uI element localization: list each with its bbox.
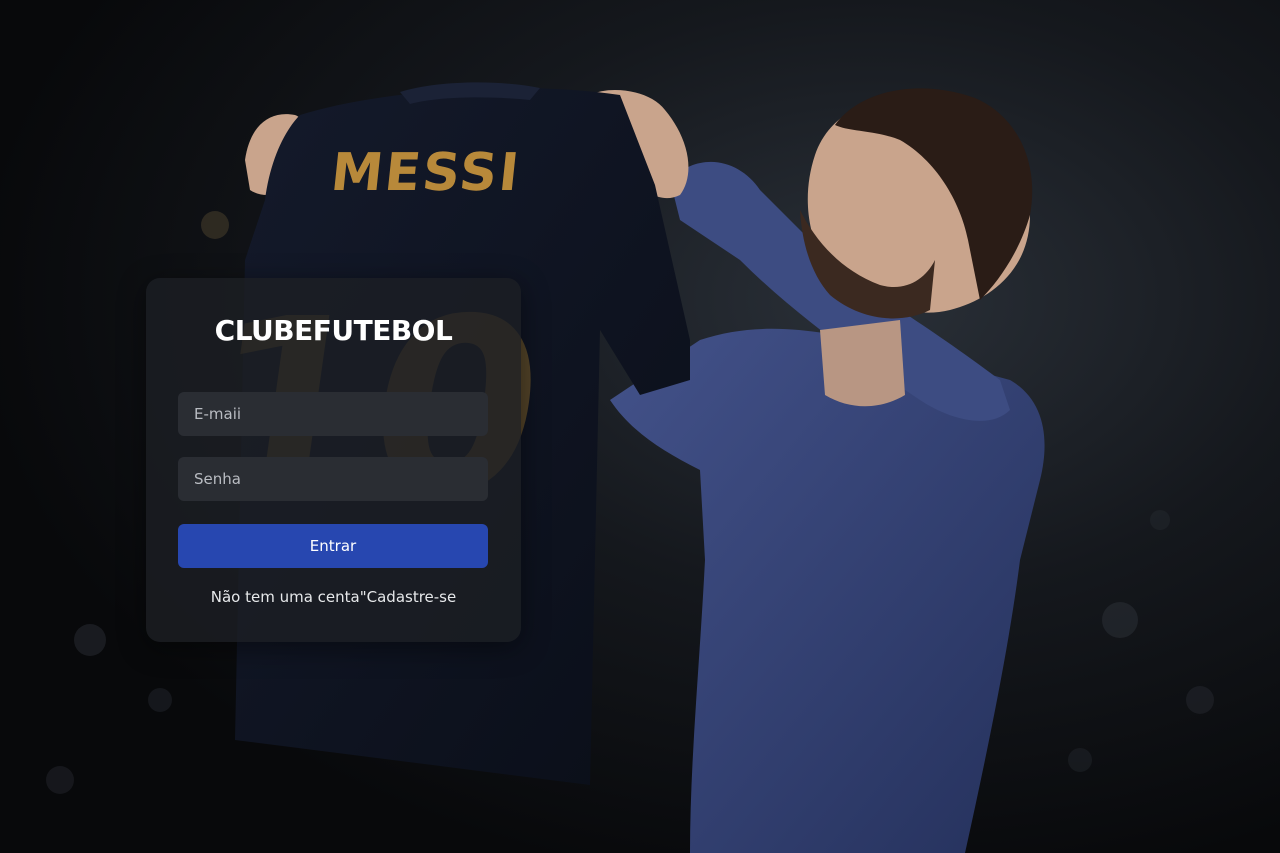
signup-link[interactable]: Não tem uma centa"Cadastre-se bbox=[146, 588, 521, 606]
brand-title: CLUBEFUTEBOL bbox=[214, 314, 453, 347]
login-card: CLUBEFUTEBOL Entrar Não tem uma centa"Ca… bbox=[146, 278, 521, 642]
player-neck bbox=[820, 320, 905, 407]
login-button[interactable]: Entrar bbox=[178, 524, 488, 568]
email-input[interactable] bbox=[178, 392, 488, 436]
password-input[interactable] bbox=[178, 457, 488, 501]
jersey-name-print: MESSI bbox=[328, 143, 523, 203]
login-page: MESSI 10 CLUBEFUTEBOL Entrar Não tem uma… bbox=[0, 0, 1280, 853]
